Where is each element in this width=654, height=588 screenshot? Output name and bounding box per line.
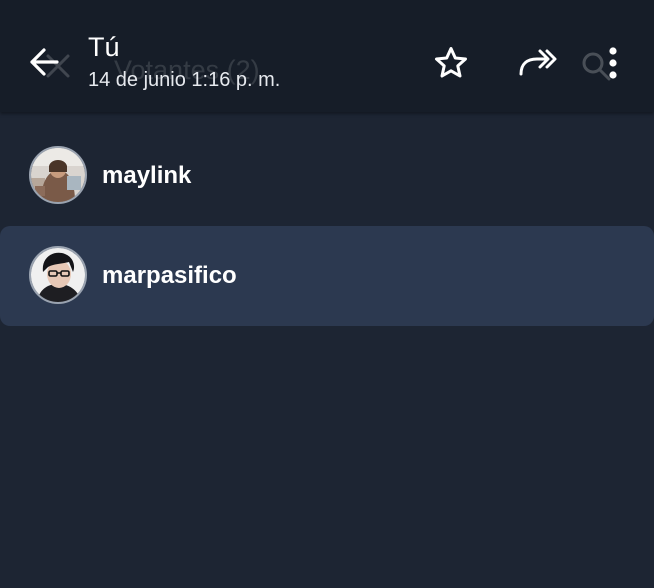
arrow-left-icon (27, 45, 61, 84)
more-options-button[interactable] (598, 42, 628, 88)
star-outline-icon (433, 45, 469, 86)
voter-name: maylink (102, 162, 192, 189)
voter-name: marpasifico (102, 262, 237, 289)
voter-row[interactable]: maylink (0, 126, 654, 226)
app-bar: Votantes (2) Tú 14 de junio 1:16 p. m. (0, 0, 654, 112)
header-title: Tú (88, 32, 120, 62)
star-button[interactable] (430, 44, 472, 86)
header-subtitle: 14 de junio 1:16 p. m. (88, 69, 281, 91)
forward-double-arrow-icon (515, 46, 559, 85)
avatar[interactable] (29, 246, 87, 304)
more-vertical-icon (607, 46, 619, 85)
forward-button[interactable] (512, 44, 562, 86)
back-button[interactable] (20, 40, 68, 88)
avatar[interactable] (29, 146, 87, 204)
voter-row-selected[interactable]: marpasifico (0, 226, 654, 326)
